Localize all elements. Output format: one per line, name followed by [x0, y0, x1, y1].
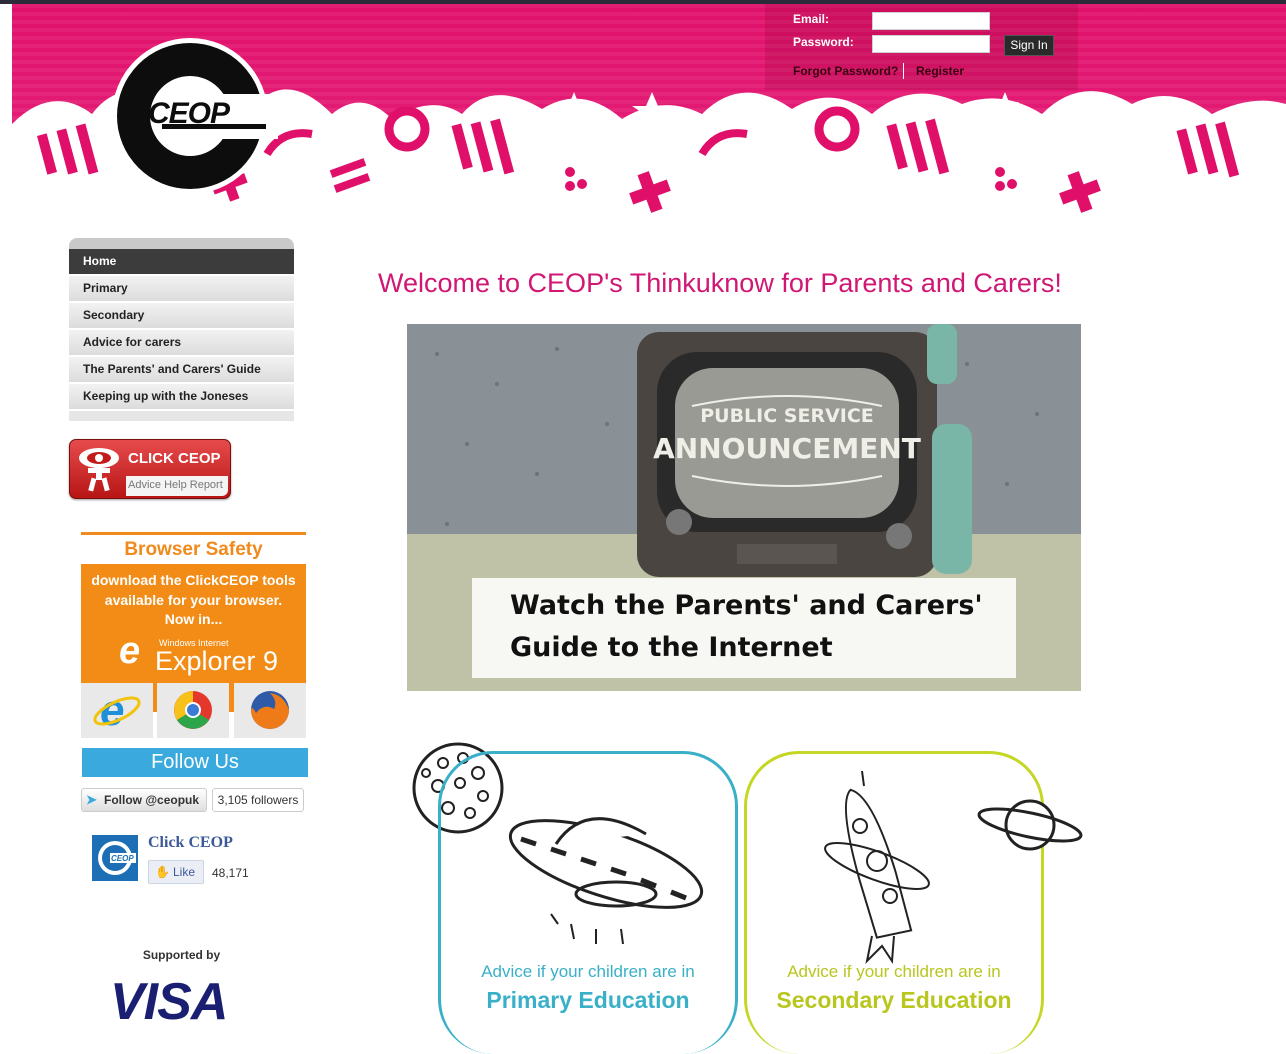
sign-in-button[interactable]: Sign In — [1004, 35, 1054, 56]
chrome-download[interactable] — [157, 683, 229, 738]
email-label: Email: — [793, 12, 830, 26]
sidebar-item-home[interactable]: Home — [69, 249, 294, 276]
ie-big-label: Explorer 9 — [155, 646, 279, 676]
click-ceop-title: CLICK CEOP — [128, 450, 221, 467]
sidebar-item-secondary[interactable]: Secondary — [69, 303, 294, 330]
chrome-icon — [174, 691, 212, 729]
facebook-page-name[interactable]: Click CEOP — [148, 834, 233, 852]
sidebar-item-primary[interactable]: Primary — [69, 276, 294, 303]
nav-top-cap — [69, 238, 294, 249]
tv-line2: ANNOUNCEMENT — [653, 432, 921, 465]
video-caption: Watch the Parents' and Carers' Guide to … — [472, 578, 1016, 678]
secondary-card-subtitle: Advice if your children are in — [787, 962, 1001, 981]
visa-logo[interactable]: VISA — [110, 972, 260, 1032]
primary-card-title: Primary Education — [486, 987, 690, 1013]
click-ceop-button[interactable]: CLICK CEOP Advice Help Report — [69, 439, 231, 499]
svg-text:CEOP: CEOP — [111, 854, 134, 863]
ufo-icon — [508, 817, 704, 945]
password-label: Password: — [793, 35, 854, 49]
sidebar-nav: Home Primary Secondary Advice for carers… — [69, 238, 294, 421]
browser-safety-line2: available for your browser. — [104, 592, 283, 608]
firefox-download[interactable] — [234, 683, 306, 738]
primary-card-subtitle: Advice if your children are in — [481, 962, 695, 981]
video-caption-line1: Watch the Parents' and Carers' — [510, 590, 983, 621]
click-ceop-fb-avatar[interactable]: CEOP — [92, 835, 138, 881]
twitter-follow-label: Follow @ceopuk — [104, 793, 200, 807]
forgot-password-link[interactable]: Forgot Password? — [793, 64, 898, 78]
browser-safety-line1: download the ClickCEOP tools — [91, 572, 296, 588]
video-caption-line2: Guide to the Internet — [510, 632, 833, 663]
browser-icons-row: e — [81, 683, 306, 738]
click-ceop-icon — [79, 448, 119, 492]
password-field[interactable] — [872, 35, 990, 53]
tv-line1: PUBLIC SERVICE — [700, 405, 874, 427]
facebook-like-button[interactable]: ✋ Like — [148, 860, 204, 884]
twitter-follow-button[interactable]: ➤ Follow @ceopuk — [81, 788, 207, 812]
register-link[interactable]: Register — [916, 64, 964, 78]
nav-bottom — [69, 411, 294, 421]
secondary-card-title: Secondary Education — [776, 987, 1012, 1013]
primary-education-card[interactable]: Advice if your children are in Primary E… — [438, 751, 738, 1054]
twitter-follower-count: 3,105 followers — [212, 788, 304, 812]
facebook-like-label: Like — [173, 865, 196, 879]
browser-safety-line3: Now in... — [164, 611, 223, 627]
planet-icon — [977, 799, 1083, 851]
ie-logo-icon: e — [119, 630, 141, 672]
browser-safety-title: Browser Safety — [124, 539, 263, 560]
firefox-icon — [251, 691, 289, 729]
follow-us-bar: Follow Us — [82, 748, 308, 777]
internet-explorer-icon: e — [93, 686, 141, 735]
click-ceop-subtitle: Advice Help Report — [128, 479, 223, 491]
browser-safety-title-bar: Browser Safety — [81, 532, 306, 567]
sidebar-item-advice-for-carers[interactable]: Advice for carers — [69, 330, 294, 357]
svg-text:e: e — [100, 686, 124, 735]
facebook-like-count: 48,171 — [212, 866, 249, 880]
sidebar-item-joneses[interactable]: Keeping up with the Joneses — [69, 384, 294, 411]
ceop-logo-text: CEOP — [148, 97, 230, 130]
email-field[interactable] — [872, 12, 990, 30]
rocket-icon — [824, 770, 930, 965]
login-link-separator — [903, 63, 904, 79]
ie-download[interactable]: e — [81, 683, 153, 738]
thumbs-up-icon: ✋ — [155, 865, 170, 879]
supported-by-label: Supported by — [142, 948, 221, 962]
twitter-bird-icon: ➤ — [86, 792, 97, 807]
page-title: Welcome to CEOP's Thinkuknow for Parents… — [378, 268, 1062, 298]
ceop-avatar-icon: CEOP — [98, 841, 136, 875]
sidebar-item-parents-guide[interactable]: The Parents' and Carers' Guide — [69, 357, 294, 384]
